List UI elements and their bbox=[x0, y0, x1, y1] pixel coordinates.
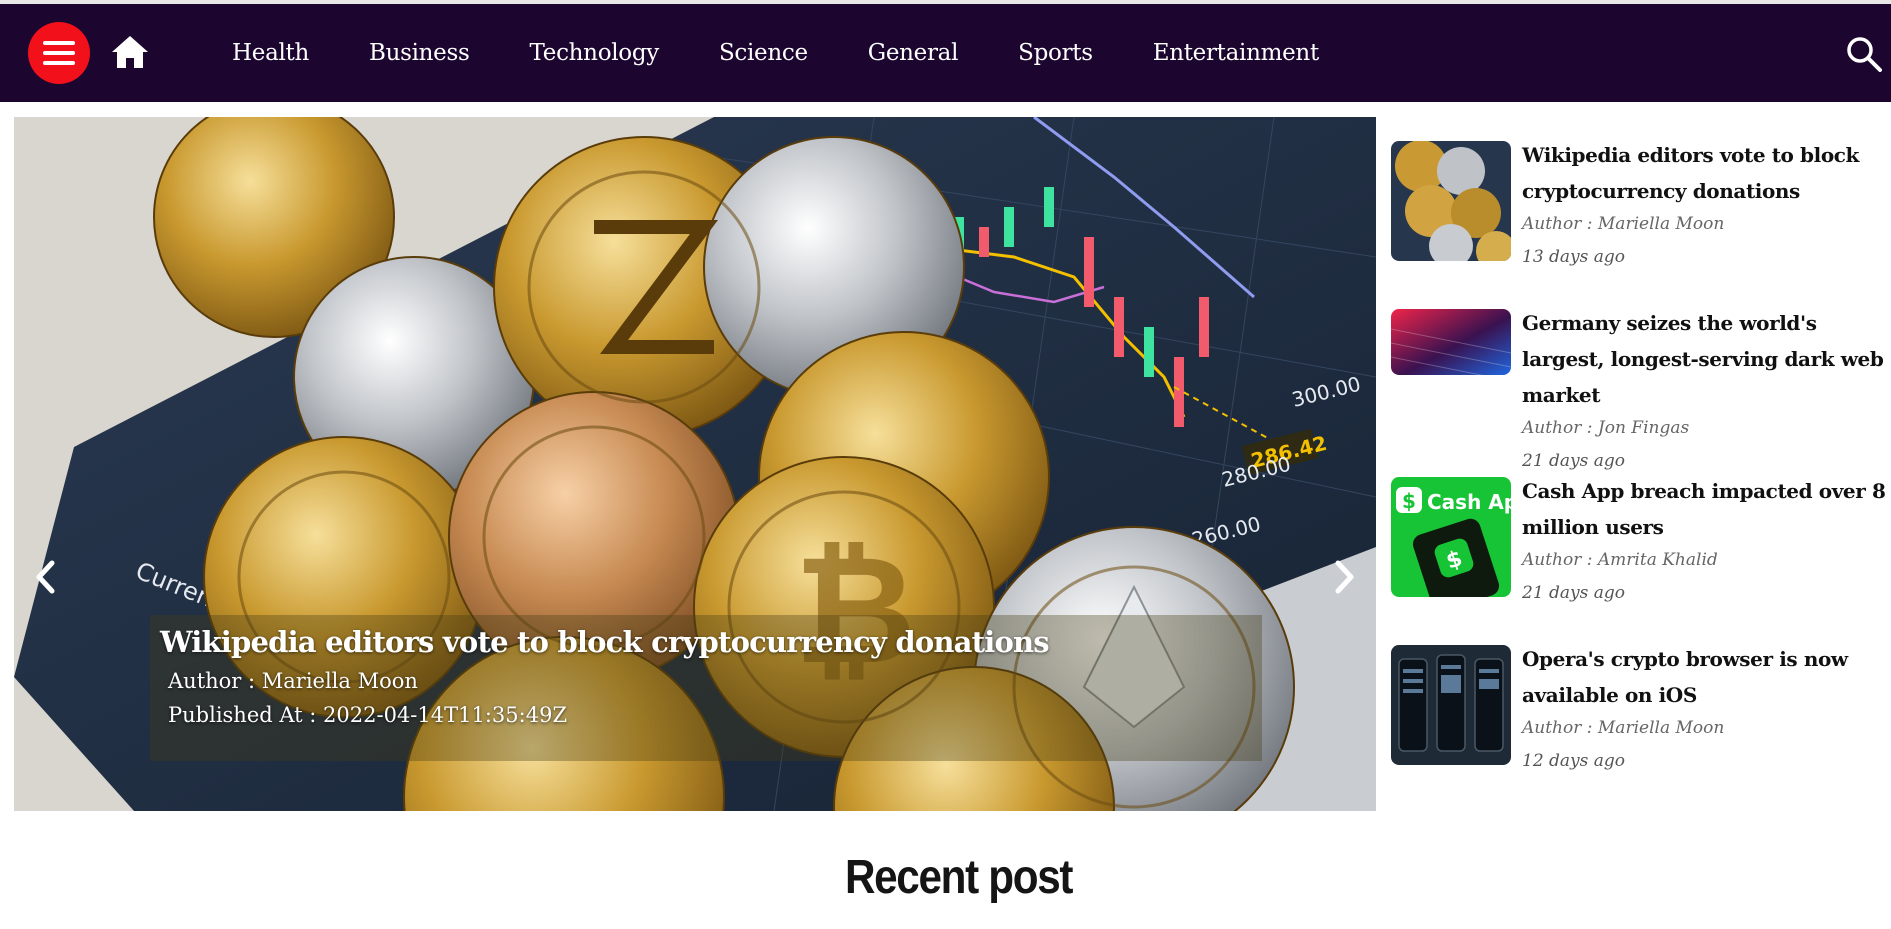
carousel-next-button[interactable] bbox=[1326, 547, 1362, 607]
side-post-item[interactable]: Germany seizes the world's largest, long… bbox=[1391, 305, 1887, 471]
thumbnail-cash-app-text: Cash App bbox=[1427, 490, 1511, 514]
side-post-thumbnail[interactable] bbox=[1391, 141, 1511, 261]
side-post-thumbnail[interactable] bbox=[1391, 645, 1511, 765]
chevron-right-icon bbox=[1335, 560, 1354, 594]
thumbnail-cash-app: $ Cash App $ bbox=[1391, 477, 1511, 597]
recent-post-heading: Recent post bbox=[844, 851, 1074, 904]
side-post-time: 13 days ago bbox=[1522, 247, 1626, 267]
side-post-time: 21 days ago bbox=[1522, 583, 1626, 603]
side-post-title[interactable]: Cash App breach impacted over 8 million … bbox=[1522, 473, 1887, 545]
hamburger-icon-line bbox=[43, 61, 75, 65]
nav-link-sports[interactable]: Sports bbox=[1018, 40, 1093, 66]
carousel-title[interactable]: Wikipedia editors vote to block cryptocu… bbox=[160, 625, 1252, 659]
hamburger-icon-line bbox=[43, 51, 75, 55]
hamburger-icon bbox=[43, 41, 75, 45]
svg-text:$: $ bbox=[1402, 489, 1416, 513]
featured-carousel[interactable]: 286.42 300.00 280.00 260.00 Currency ₿ W… bbox=[14, 117, 1376, 811]
navbar: Health Business Technology Science Gener… bbox=[0, 4, 1891, 102]
side-post-author: Author : Amrita Khalid bbox=[1522, 550, 1718, 570]
side-post-author: Author : Mariella Moon bbox=[1522, 718, 1725, 738]
nav-link-health[interactable]: Health bbox=[232, 40, 309, 66]
side-post-title[interactable]: Opera's crypto browser is now available … bbox=[1522, 641, 1887, 713]
thumbnail-crypto-coins bbox=[1391, 141, 1511, 261]
nav-link-technology[interactable]: Technology bbox=[530, 40, 660, 66]
nav-link-general[interactable]: General bbox=[868, 40, 959, 66]
thumbnail-dark-web-keyboard bbox=[1391, 309, 1511, 375]
side-post-author: Author : Mariella Moon bbox=[1522, 214, 1725, 234]
hamburger-menu-button[interactable] bbox=[28, 22, 90, 84]
search-icon[interactable] bbox=[1846, 36, 1882, 72]
thumbnail-opera-phones bbox=[1391, 645, 1511, 765]
side-post-thumbnail[interactable] bbox=[1391, 309, 1511, 375]
category-nav: Health Business Technology Science Gener… bbox=[232, 4, 1379, 102]
side-post-item[interactable]: $ Cash App $ Cash App breach impacted ov… bbox=[1391, 473, 1886, 603]
carousel-caption[interactable]: Wikipedia editors vote to block cryptocu… bbox=[150, 615, 1262, 761]
carousel-published: Published At : 2022-04-14T11:35:49Z bbox=[168, 703, 568, 727]
home-icon[interactable] bbox=[110, 34, 150, 70]
side-post-thumbnail[interactable]: $ Cash App $ bbox=[1391, 477, 1511, 597]
nav-link-entertainment[interactable]: Entertainment bbox=[1153, 40, 1319, 66]
carousel-prev-button[interactable] bbox=[28, 547, 64, 607]
chevron-left-icon bbox=[36, 560, 55, 594]
side-post-time: 12 days ago bbox=[1522, 751, 1626, 771]
nav-link-business[interactable]: Business bbox=[369, 40, 470, 66]
side-post-title[interactable]: Germany seizes the world's largest, long… bbox=[1522, 305, 1887, 413]
side-post-item[interactable]: Wikipedia editors vote to block cryptocu… bbox=[1391, 137, 1886, 267]
nav-link-science[interactable]: Science bbox=[719, 40, 808, 66]
side-post-title[interactable]: Wikipedia editors vote to block cryptocu… bbox=[1522, 137, 1887, 209]
carousel-author: Author : Mariella Moon bbox=[168, 669, 418, 693]
side-post-author: Author : Jon Fingas bbox=[1522, 418, 1690, 438]
side-post-item[interactable]: Opera's crypto browser is now available … bbox=[1391, 641, 1886, 771]
